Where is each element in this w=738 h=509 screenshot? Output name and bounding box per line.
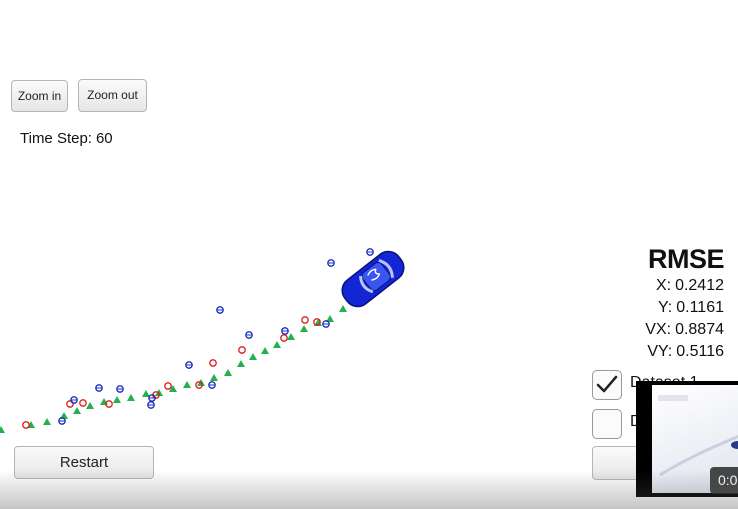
radar-marker [22, 421, 30, 429]
ground-truth-marker [224, 369, 232, 376]
ground-truth-marker [73, 407, 81, 414]
rmse-vy-key: VY: [647, 343, 673, 360]
ground-truth-marker [287, 333, 295, 340]
rmse-x: X: 0.2412 [645, 275, 724, 297]
ground-truth-marker [300, 325, 308, 332]
ground-truth-marker [0, 426, 5, 433]
ground-truth-marker [273, 341, 281, 348]
rmse-y: Y: 0.1161 [645, 297, 724, 319]
radar-marker [164, 382, 172, 390]
ground-truth-marker [113, 396, 121, 403]
check-icon [596, 375, 618, 393]
ground-truth-marker [183, 381, 191, 388]
rmse-panel: RMSE X: 0.2412 Y: 0.1161 VX: 0.8874 VY: 0.51… [645, 243, 724, 363]
video-time: 0:0 [710, 467, 738, 494]
radar-marker [79, 399, 87, 407]
dataset-1-checkbox[interactable] [592, 370, 622, 400]
ground-truth-marker [261, 347, 269, 354]
radar-marker [280, 334, 288, 342]
radar-marker [66, 400, 74, 408]
radar-marker [301, 316, 309, 324]
ground-truth-marker [339, 305, 347, 312]
ground-truth-marker [127, 394, 135, 401]
rmse-vx-key: VX: [645, 321, 672, 338]
car-icon [341, 250, 405, 308]
ground-truth-marker [249, 353, 257, 360]
ground-truth-marker [237, 360, 245, 367]
restart-button[interactable]: Restart [14, 446, 154, 479]
measurement-markers [0, 248, 374, 433]
ground-truth-marker [210, 374, 218, 381]
video-thumbnail[interactable]: 0:0 [636, 381, 738, 497]
rmse-y-value: 0.1161 [676, 299, 724, 316]
ground-truth-marker [86, 402, 94, 409]
ground-truth-marker [43, 418, 51, 425]
rmse-vy-value: 0.5116 [676, 343, 724, 360]
simulation-canvas[interactable] [0, 0, 738, 509]
rmse-x-key: X: [655, 277, 672, 294]
rmse-x-value: 0.2412 [675, 277, 724, 294]
rmse-title: RMSE [647, 244, 725, 274]
radar-marker [209, 359, 217, 367]
rmse-vx-value: 0.8874 [675, 321, 724, 338]
rmse-vy: VY: 0.5116 [645, 341, 724, 363]
radar-marker [238, 346, 246, 354]
dataset-2-checkbox[interactable] [592, 409, 622, 439]
rmse-y-key: Y: [658, 299, 673, 316]
rmse-vx: VX: 0.8874 [645, 319, 724, 341]
